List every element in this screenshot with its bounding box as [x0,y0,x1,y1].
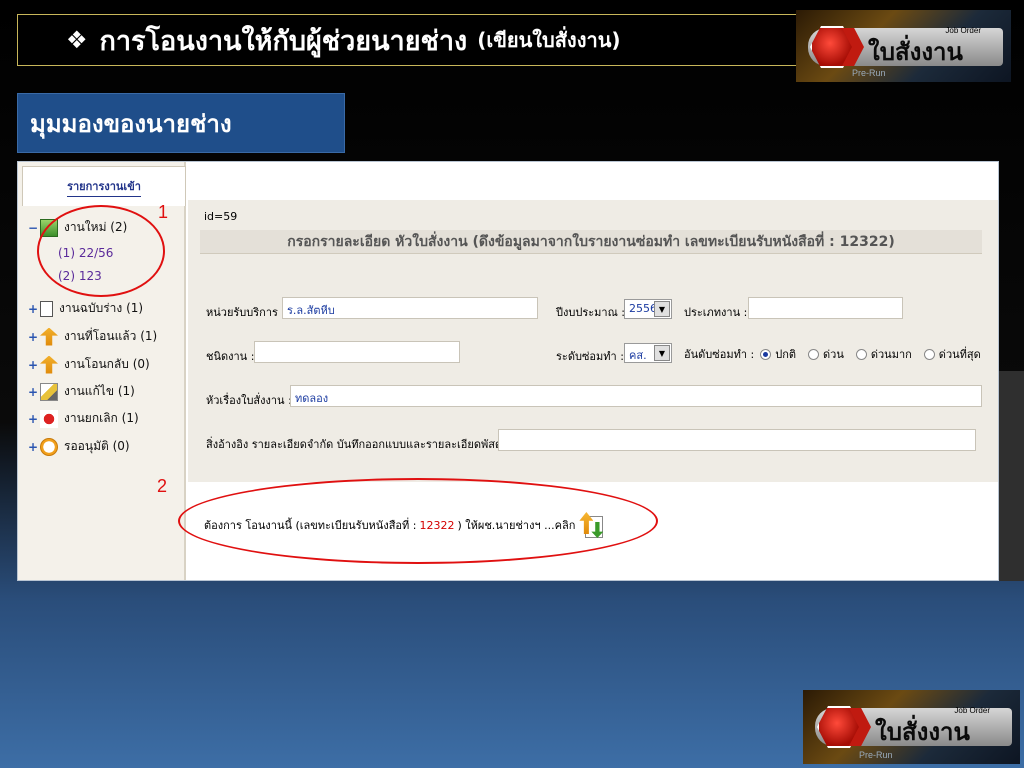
repair-level-select[interactable]: คส. ▼ [624,343,672,363]
job-type-label: ชนิดงาน : [206,350,255,363]
tree-item-label: งานแก้ไข (1) [64,384,135,398]
logo-english-text: Job Order [954,706,990,715]
tree-item-label: งานโอนกลับ (0) [64,357,150,371]
dropdown-arrow-icon: ▼ [654,345,670,361]
priority-option-label: ด่วนมาก [870,348,912,361]
tree-item-pending-approval[interactable]: + รออนุมัติ (0) [28,437,130,456]
callout-ellipse-1 [37,205,165,297]
edit-pencil-icon [40,382,58,401]
logo-thai-text: ใบสั่งงาน [868,38,963,66]
slide-title-bar: ❖ การโอนงานให้กับผู้ช่วยนายช่าง (เขียนใบ… [17,14,811,66]
priority-option-most-urgent[interactable]: ด่วนที่สุด [923,345,981,363]
tree-item-transferred[interactable]: + งานที่โอนแล้ว (1) [28,327,157,346]
tree-item-label: งานที่โอนแล้ว (1) [64,329,158,343]
priority-label: อันดับซ่อมทำ : [684,348,755,361]
job-category-label: ประเภทงาน : [684,306,748,319]
radio-selected-icon[interactable] [760,348,772,360]
background-strip [999,371,1024,581]
tree-item-edits[interactable]: + งานแก้ไข (1) [28,382,135,401]
expand-toggle[interactable]: + [28,358,40,372]
job-order-logo-bottom: ใบสั่งงาน Job Order Pre-Run [803,690,1020,764]
radio-icon[interactable] [808,348,820,360]
expand-toggle[interactable]: + [28,440,40,454]
bullet-icon: ❖ [66,26,88,54]
slide-subtitle: (เขียนใบสั่งงาน) [477,28,621,52]
callout-ellipse-2 [178,478,658,564]
budget-year-value: 2556 [629,302,657,315]
tree-item-label: งานยกเลิก (1) [64,411,139,425]
dropdown-arrow-icon: ▼ [654,301,670,317]
repair-level-label: ระดับซ่อมทำ : [556,350,624,363]
logo-pre-run-text: Pre-Run [852,68,886,78]
clock-icon [40,437,58,456]
reference-label: สิ่งอ้างอิง รายละเอียดจำกัด บันทึกออกแบบ… [206,438,510,451]
job-order-logo-top: ใบสั่งงาน Job Order Pre-Run [796,10,1011,82]
priority-option-label: ด่วน [823,348,844,361]
section-label: มุมมองของนายช่าง [17,93,345,153]
reference-field[interactable] [498,429,976,451]
expand-toggle[interactable]: + [28,302,40,316]
slide-title: การโอนงานให้กับผู้ช่วยนายช่าง [99,25,468,57]
record-id: id=59 [204,210,238,223]
budget-year-select[interactable]: 2556 ▼ [624,299,672,319]
callout-number-1: 1 [158,202,169,222]
subject-field[interactable]: ทดลอง [290,385,982,407]
returned-arrow-icon [40,355,58,374]
repair-level-value: คส. [629,349,647,362]
logo-thai-text: ใบสั่งงาน [875,718,970,746]
radio-icon[interactable] [923,348,935,360]
cancel-icon [40,409,58,428]
logo-english-text: Job Order [945,26,981,35]
transferred-arrow-icon [40,327,58,346]
job-category-field[interactable] [748,297,903,319]
logo-pre-run-text: Pre-Run [859,750,893,760]
priority-option-label: ด่วนที่สุด [938,348,981,361]
job-type-field[interactable] [254,341,460,363]
expand-toggle[interactable]: + [28,412,40,426]
tree-item-cancelled[interactable]: + งานยกเลิก (1) [28,409,139,428]
expand-toggle[interactable]: + [28,385,40,399]
service-unit-field[interactable]: ร.ล.สัตหีบ [282,297,538,319]
priority-radio-group: อันดับซ่อมทำ : ปกติ ด่วน ด่วนมาก ด่วนที่… [684,345,981,363]
service-unit-label: หน่วยรับบริการ : [206,306,286,319]
tree-item-label: รออนุมัติ (0) [64,439,130,453]
tree-item-returned[interactable]: + งานโอนกลับ (0) [28,355,150,374]
priority-option-normal[interactable]: ปกติ [760,345,796,363]
collapse-toggle[interactable]: − [28,221,40,235]
budget-year-label: ปีงบประมาณ : [556,306,625,319]
tab-incoming-jobs-label: รายการงานเข้า [67,177,141,197]
expand-toggle[interactable]: + [28,330,40,344]
tab-incoming-jobs[interactable]: รายการงานเข้า [22,166,186,206]
priority-option-urgent[interactable]: ด่วน [808,345,844,363]
priority-option-label: ปกติ [775,348,797,361]
radio-icon[interactable] [855,348,867,360]
tree-item-drafts[interactable]: + งานฉบับร่าง (1) [28,299,143,318]
draft-document-icon [40,300,53,317]
tree-item-label: งานฉบับร่าง (1) [59,301,144,315]
form-title: กรอกรายละเอียด หัวใบสั่งงาน (ดึงข้อมูลมา… [200,230,982,254]
callout-number-2: 2 [157,476,168,496]
priority-option-very-urgent[interactable]: ด่วนมาก [855,345,912,363]
subject-label: หัวเรื่องใบสั่งงาน : [206,394,292,407]
